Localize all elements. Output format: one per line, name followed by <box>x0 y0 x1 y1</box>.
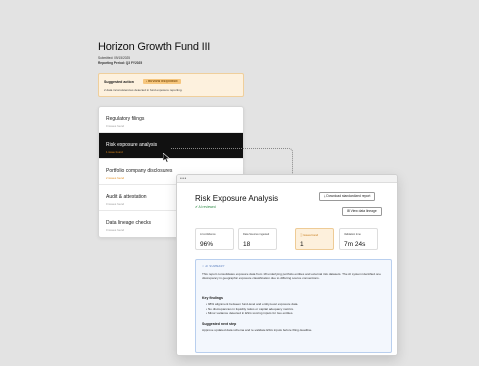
window-controls-icon[interactable]: ••• <box>180 176 187 182</box>
reporting-period: Reporting Period: Q3 FY2025 <box>98 61 143 65</box>
metric-label: Data Sources ingested <box>243 233 270 236</box>
check-status: 0 issues found <box>106 124 125 128</box>
detail-title: Risk Exposure Analysis <box>195 194 279 203</box>
check-title: Regulatory filings <box>106 116 145 122</box>
check-status: 0 issues found <box>106 228 125 232</box>
mouse-cursor-icon <box>163 153 171 163</box>
download-report-button[interactable]: ⤓ Download standardized report <box>319 192 376 201</box>
risk-exposure-window: ••• Risk Exposure Analysis ✔ AI reviewed… <box>176 174 398 356</box>
finding-item: 98% alignment between fund-level and ent… <box>206 302 298 307</box>
finding-item: Minor variance detected in ESG scoring i… <box>206 311 298 316</box>
ai-summary-tag: ✧ AI SUMMARY <box>202 265 225 268</box>
metric-label: Validation time <box>344 233 361 236</box>
alert-message: 2 data inconsistencies detected in fund … <box>104 88 183 92</box>
metric-value: 1 <box>300 241 304 248</box>
ai-reviewed-status: ✔ AI reviewed <box>195 205 216 209</box>
window-titlebar[interactable]: ••• <box>177 175 397 183</box>
check-title: Portfolio company disclosures <box>106 168 173 174</box>
key-findings-list: 98% alignment between fund-level and ent… <box>206 302 298 316</box>
check-status: 1 issue found <box>106 150 123 154</box>
canvas: Horizon Growth Fund III Submitted: 09/15… <box>0 0 479 366</box>
summary-body: This report consolidates exposure data f… <box>202 272 381 281</box>
metric-value: 96% <box>200 241 214 248</box>
next-step-heading: Suggested next step <box>202 322 237 326</box>
metric-value: 18 <box>243 241 251 248</box>
metric-data-sources: Data Sources ingested 18 <box>238 228 277 250</box>
check-title: Data lineage checks <box>106 220 152 226</box>
alert-label: Suggested action <box>104 80 134 84</box>
submitted-date: Submitted: 09/15/2025 <box>98 56 131 60</box>
metric-ai-confidence: AI confidence 96% <box>195 228 234 250</box>
check-status: 0 issues found <box>106 202 125 206</box>
check-title: Audit & attestation <box>106 194 147 200</box>
check-title: Risk exposure analysis <box>106 142 158 148</box>
metric-label: ⓘ Issues found <box>300 234 319 237</box>
metric-validation-time: Validation time 7m 24s <box>339 228 378 250</box>
view-lineage-button[interactable]: ⊞ View data lineage <box>342 207 382 216</box>
metric-value: 7m 24s <box>344 241 366 248</box>
next-step-body: Approve updated data schema and re-valid… <box>202 328 313 332</box>
check-status: 2 issues found <box>106 176 125 180</box>
key-findings-heading: Key findings <box>202 296 224 300</box>
page-title: Horizon Growth Fund III <box>98 41 211 53</box>
check-item-regulatory-filings[interactable]: Regulatory filings 0 issues found <box>99 107 243 133</box>
suggested-action-alert[interactable]: Suggested action • REVIEW REQUIRED 2 dat… <box>98 73 244 97</box>
metric-label: AI confidence <box>200 233 216 236</box>
review-required-badge: • REVIEW REQUIRED <box>143 79 181 84</box>
ai-summary-panel: ✧ AI SUMMARY This report consolidates ex… <box>195 259 392 353</box>
metric-issues-found[interactable]: ⓘ Issues found 1 <box>295 228 334 250</box>
